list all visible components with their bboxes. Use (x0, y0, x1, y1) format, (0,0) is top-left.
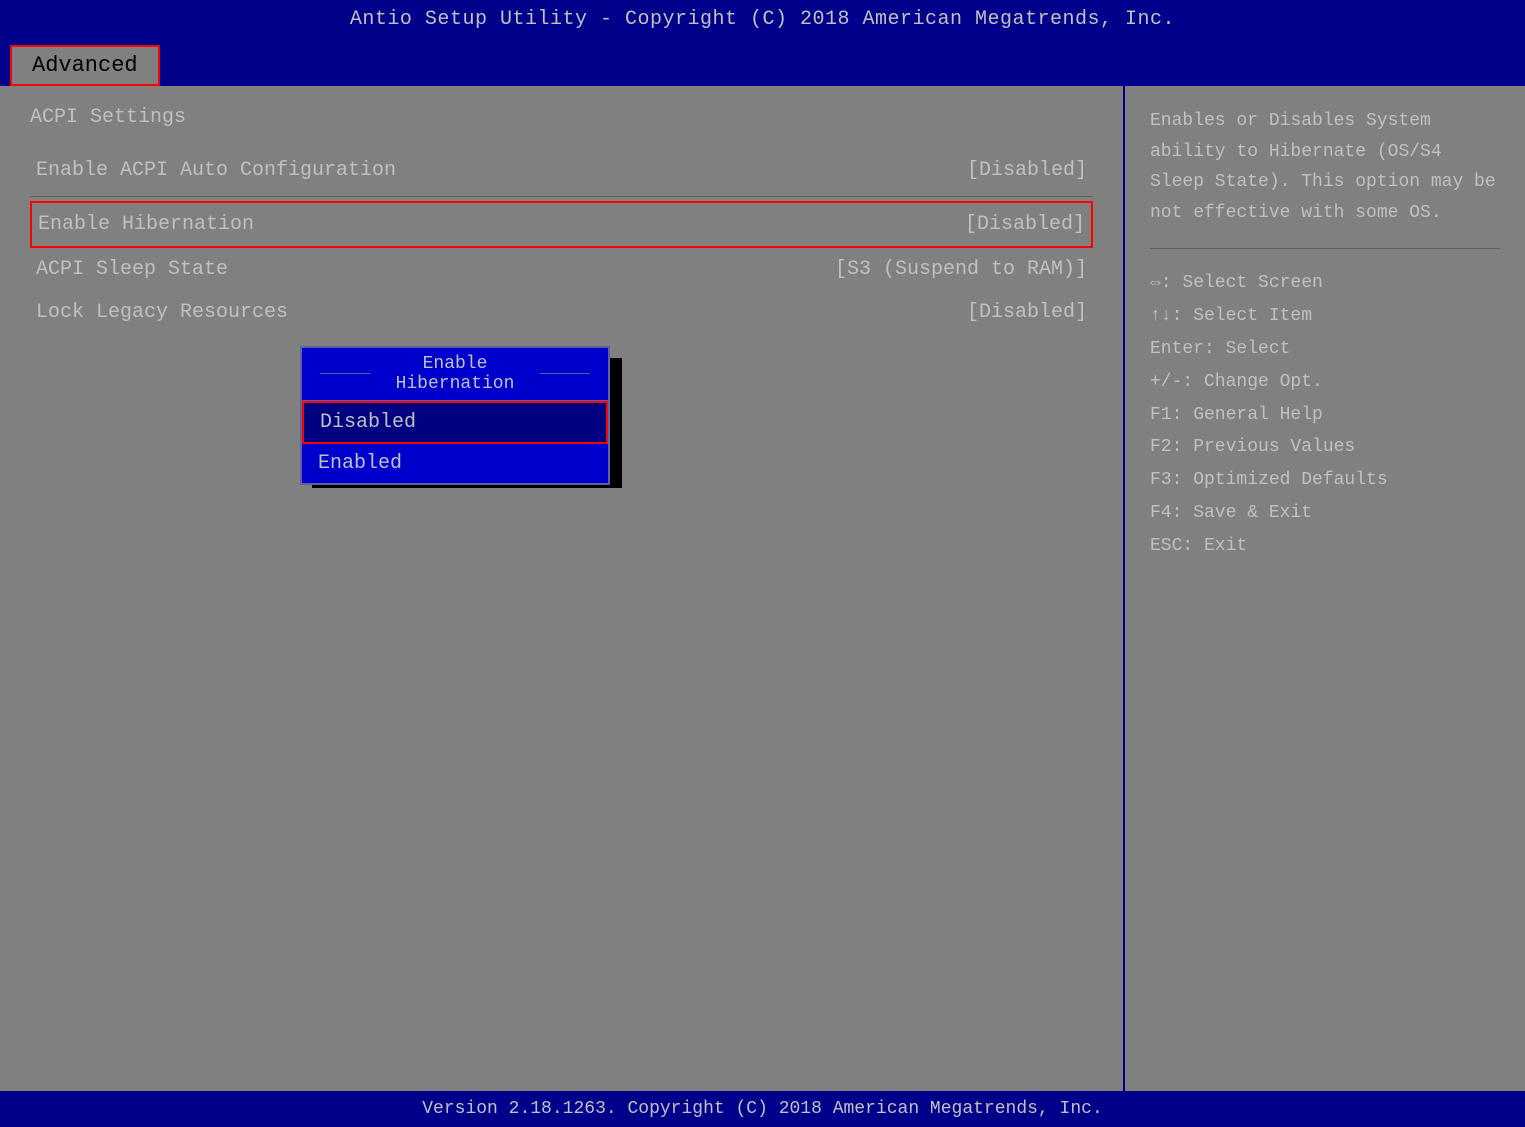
divider (30, 196, 1093, 197)
help-row: ↑↓: Select Item (1150, 302, 1500, 331)
menu-bar: Advanced (0, 39, 1525, 86)
setting-value: [S3 (Suspend to RAM)] (835, 258, 1087, 281)
help-row: Enter: Select (1150, 335, 1500, 364)
table-row-highlighted[interactable]: Enable Hibernation [Disabled] (30, 201, 1093, 248)
table-row[interactable]: Enable ACPI Auto Configuration [Disabled… (30, 149, 1093, 192)
popup-item-disabled[interactable]: Disabled (302, 401, 608, 444)
table-row[interactable]: Lock Legacy Resources [Disabled] (30, 291, 1093, 334)
help-row: ESC: Exit (1150, 532, 1500, 561)
help-row: +/-: Change Opt. (1150, 368, 1500, 397)
setting-value: [Disabled] (967, 301, 1087, 324)
help-row: F1: General Help (1150, 401, 1500, 430)
popup-dialog: Enable Hibernation Disabled Enabled (300, 346, 610, 485)
popup-title: Enable Hibernation (302, 348, 608, 401)
bios-screen: Antio Setup Utility - Copyright (C) 2018… (0, 0, 1525, 1127)
help-row: F2: Previous Values (1150, 433, 1500, 462)
help-row: F3: Optimized Defaults (1150, 466, 1500, 495)
title-text: Antio Setup Utility - Copyright (C) 2018… (350, 8, 1175, 31)
description-text: Enables or Disables System ability to Hi… (1150, 106, 1500, 228)
setting-label: Enable Hibernation (38, 213, 965, 236)
popup-overlay: Enable Hibernation Disabled Enabled (300, 346, 610, 485)
status-bar: Version 2.18.1263. Copyright (C) 2018 Am… (0, 1091, 1525, 1127)
left-panel: ACPI Settings Enable ACPI Auto Configura… (0, 86, 1125, 1091)
help-row: F4: Save & Exit (1150, 499, 1500, 528)
help-section: ⇔: Select Screen ↑↓: Select Item Enter: … (1150, 248, 1500, 560)
popup-item-enabled[interactable]: Enabled (302, 444, 608, 483)
right-panel: Enables or Disables System ability to Hi… (1125, 86, 1525, 1091)
setting-label: Enable ACPI Auto Configuration (36, 159, 967, 182)
title-bar: Antio Setup Utility - Copyright (C) 2018… (0, 0, 1525, 39)
status-text: Version 2.18.1263. Copyright (C) 2018 Am… (422, 1099, 1103, 1119)
main-content: ACPI Settings Enable ACPI Auto Configura… (0, 86, 1525, 1091)
setting-label: ACPI Sleep State (36, 258, 835, 281)
setting-value: [Disabled] (965, 213, 1085, 236)
settings-table: Enable ACPI Auto Configuration [Disabled… (30, 149, 1093, 334)
setting-label: Lock Legacy Resources (36, 301, 967, 324)
advanced-tab[interactable]: Advanced (10, 45, 160, 86)
setting-value: [Disabled] (967, 159, 1087, 182)
table-row[interactable]: ACPI Sleep State [S3 (Suspend to RAM)] (30, 248, 1093, 291)
section-title: ACPI Settings (30, 106, 1093, 129)
help-row: ⇔: Select Screen (1150, 269, 1500, 298)
